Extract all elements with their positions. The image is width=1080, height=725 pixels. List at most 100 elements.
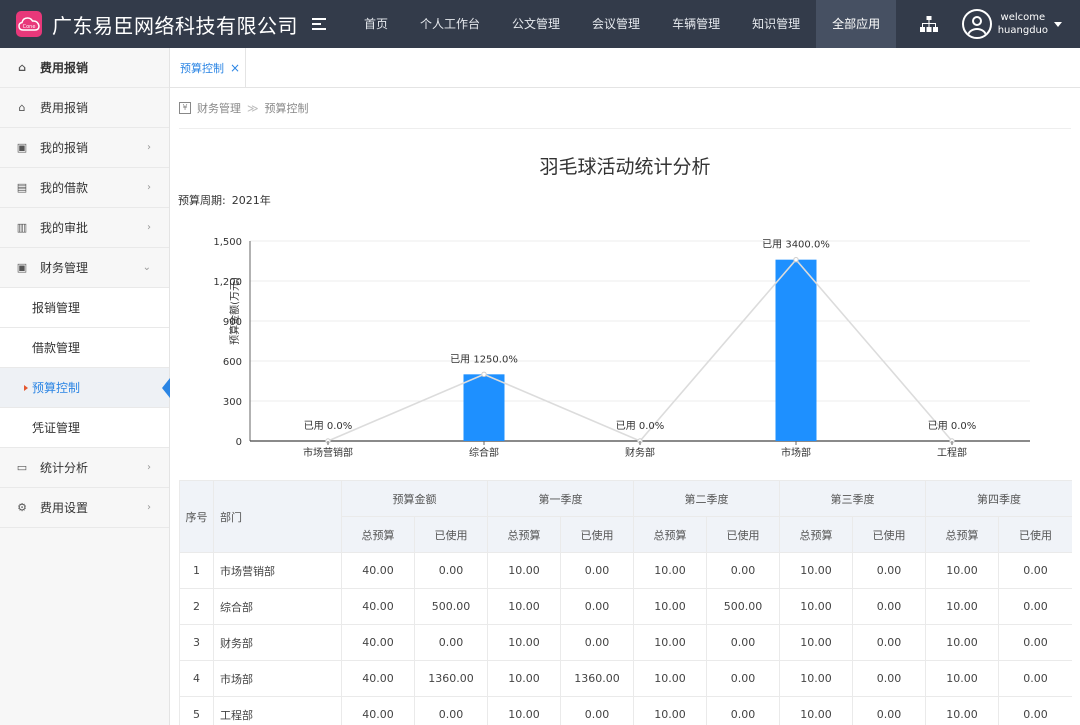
chevron-right-icon: › [147,222,151,233]
x-tick-label: 财务部 [625,446,655,459]
table-cell: 10.00 [925,552,999,589]
table-cell: 0.00 [998,660,1072,697]
x-tick-label: 工程部 [937,446,967,459]
company-logo[interactable]: Cone [16,11,42,37]
table-row[interactable]: 1 市场营销部 40.00 0.00 10.00 0.00 10.00 0.00 10.00 0.… [179,552,1072,589]
sidebar-item-statistics[interactable]: ▭ 统计分析 › [0,448,169,488]
table-cell: 市场营销部 [213,552,342,589]
table-cell: 500.00 [414,588,488,625]
budget-period: 预算周期: 2021年 [178,192,271,208]
nav-item-documents[interactable]: 公文管理 [496,0,576,48]
data-label: 已用 0.0% [616,421,665,432]
col-subheader: 已使用 [414,516,488,553]
table-cell: 10.00 [925,588,999,625]
table-cell: 40.00 [341,624,415,661]
home-icon: ⌂ [18,101,26,114]
budget-table-wrap: 序号 部门 预算金额 第一季度 第二季度 第三季度 第四季度 总预算 已使用 总预算… [179,480,1072,725]
table-cell: 5 [179,696,214,725]
table-cell: 0.00 [414,624,488,661]
y-tick-label: 600 [223,357,242,368]
table-cell: 10.00 [925,696,999,725]
nav-item-meetings[interactable]: 会议管理 [576,0,656,48]
sidebar-item-my-approvals[interactable]: ▥ 我的审批 › [0,208,169,248]
sidebar-item-label: 费用设置 [40,501,89,515]
chart-bar [463,374,505,441]
nav-item-all-apps[interactable]: 全部应用 [816,0,897,48]
sidebar-item-finance[interactable]: ▣ 财务管理 ⌄ [0,248,169,288]
y-tick-label: 300 [223,397,242,408]
col-subheader: 已使用 [998,516,1072,553]
table-cell: 1360.00 [414,660,488,697]
sidebar-subitem-loan-mgmt[interactable]: 借款管理 [0,328,169,368]
close-icon[interactable]: × [230,61,240,75]
col-subheader: 总预算 [925,516,999,553]
nav-item-home[interactable]: 首页 [348,0,404,48]
table-row[interactable]: 5 工程部 40.00 0.00 10.00 0.00 10.00 0.00 10.00 0.00… [179,696,1072,725]
data-label: 已用 0.0% [304,421,353,432]
col-subheader: 总预算 [487,516,561,553]
table-cell: 工程部 [213,696,342,725]
budget-table: 序号 部门 预算金额 第一季度 第二季度 第三季度 第四季度 总预算 已使用 总预算… [179,480,1072,725]
sidebar-subitem-voucher-mgmt[interactable]: 凭证管理 [0,408,169,448]
sidebar-item-label: 统计分析 [40,461,89,475]
chart-icon: ▭ [16,461,28,474]
user-info[interactable]: welcome huangduo [998,11,1048,37]
chart-bar [775,259,817,441]
table-cell: 10.00 [925,660,999,697]
table-cell: 10.00 [633,552,707,589]
table-row[interactable]: 2 综合部 40.00 500.00 10.00 0.00 10.00 500.00 10.00… [179,588,1072,625]
sidebar-item-my-reimbursement[interactable]: ▣ 我的报销 › [0,128,169,168]
receipt-icon: ▣ [16,141,28,154]
table-row[interactable]: 4 市场部 40.00 1360.00 10.00 1360.00 10.00 0.00 10.… [179,660,1072,697]
col-header-budget: 预算金额 [341,480,488,517]
table-row[interactable]: 3 财务部 40.00 0.00 10.00 0.00 10.00 0.00 10.00 0.00… [179,624,1072,661]
table-cell: 0.00 [852,588,926,625]
user-avatar-icon[interactable] [961,9,992,39]
sidebar-item-my-loans[interactable]: ▤ 我的借款 › [0,168,169,208]
table-cell: 0.00 [560,624,634,661]
sidebar-subitem-reimbursement-mgmt[interactable]: 报销管理 [0,288,169,328]
nav-item-knowledge[interactable]: 知识管理 [736,0,816,48]
table-cell: 0.00 [706,552,780,589]
table-cell: 10.00 [487,624,561,661]
table-cell: 40.00 [341,552,415,589]
table-cell: 0.00 [852,696,926,725]
table-cell: 10.00 [779,696,853,725]
table-cell: 0.00 [706,696,780,725]
org-chart-icon[interactable] [919,16,938,32]
col-header-index: 序号 [179,480,214,553]
table-cell: 10.00 [779,624,853,661]
chevron-right-icon: › [147,502,151,513]
welcome-text: welcome [1000,12,1046,23]
menu-toggle-icon[interactable] [312,18,326,30]
table-cell: 0.00 [706,660,780,697]
col-subheader: 已使用 [852,516,926,553]
x-tick-label: 市场部 [781,446,811,459]
period-value: 2021年 [231,194,271,207]
table-cell: 0.00 [560,588,634,625]
table-cell: 10.00 [487,588,561,625]
data-label: 已用 3400.0% [762,240,830,251]
col-header-q1: 第一季度 [487,480,634,517]
tab-budget-control[interactable]: 预算控制 × [170,48,246,88]
breadcrumb-item-finance[interactable]: 财务管理 [197,100,241,116]
table-cell: 0.00 [414,552,488,589]
table-cell: 10.00 [633,696,707,725]
finance-icon: ▣ [16,261,28,274]
chevron-down-icon: ⌄ [142,262,151,273]
nav-item-vehicles[interactable]: 车辆管理 [656,0,736,48]
sidebar-header-expense[interactable]: ⌂ 费用报销 [0,48,169,88]
nav-item-workspace[interactable]: 个人工作台 [404,0,496,48]
col-subheader: 总预算 [633,516,707,553]
table-cell: 10.00 [925,624,999,661]
sidebar-item-settings[interactable]: ⚙ 费用设置 › [0,488,169,528]
breadcrumb-item-budget: 预算控制 [264,102,309,115]
sidebar-item-label: 费用报销 [40,61,89,75]
table-cell: 财务部 [213,624,342,661]
y-axis-label: 预算金额(万元) [228,277,241,345]
sidebar-item-expense[interactable]: ⌂ 费用报销 [0,88,169,128]
user-dropdown-caret-icon[interactable] [1054,21,1062,27]
sidebar-item-label: 我的报销 [40,141,89,155]
table-cell: 10.00 [779,660,853,697]
sidebar-subitem-budget-control[interactable]: 预算控制 [0,368,170,408]
